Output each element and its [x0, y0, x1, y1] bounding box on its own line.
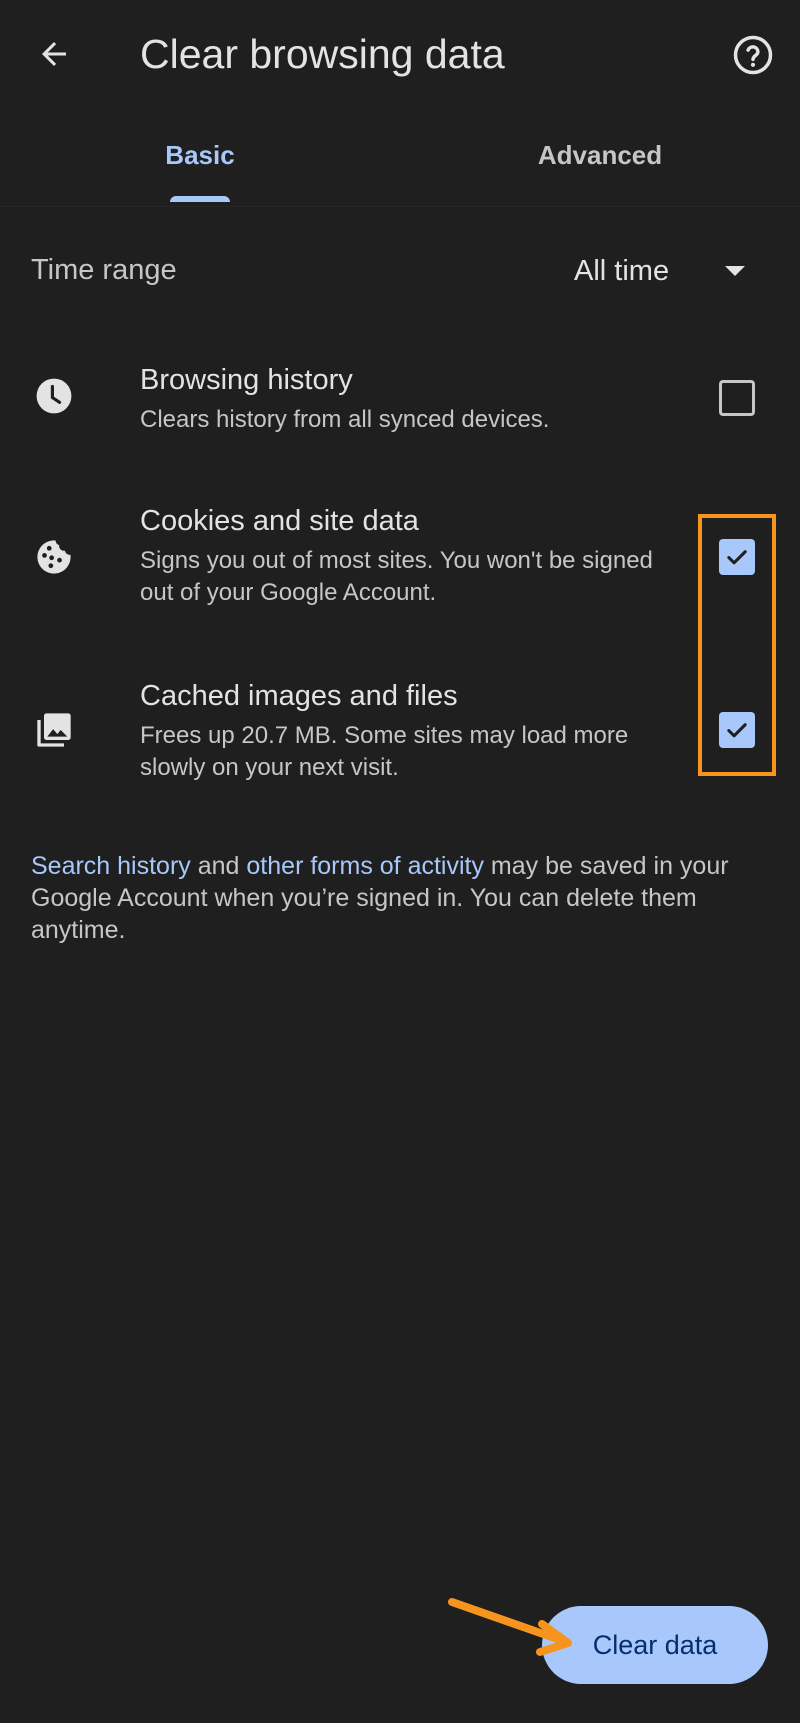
list-item-browsing-history[interactable]: Browsing history Clears history from all…: [0, 360, 800, 480]
item-description: Signs you out of most sites. You won't b…: [140, 547, 653, 606]
tab-advanced[interactable]: Advanced: [400, 120, 800, 202]
search-history-link[interactable]: Search history: [31, 852, 191, 880]
arrow-left-icon: [42, 42, 66, 66]
item-title: Cookies and site data: [140, 505, 419, 537]
help-button[interactable]: [728, 30, 778, 80]
tab-advanced-label: Advanced: [537, 139, 663, 170]
tab-bar: Basic Advanced: [0, 120, 800, 202]
tab-basic[interactable]: Basic: [0, 120, 400, 202]
item-description: Clears history from all synced devices.: [140, 406, 550, 433]
dropdown-caret-icon: [725, 266, 746, 276]
list-item-cookies[interactable]: Cookies and site data Signs you out of m…: [0, 505, 800, 635]
images-icon: [32, 708, 76, 752]
time-range-value: All time: [574, 254, 670, 287]
time-range-dropdown[interactable]: All time: [560, 246, 770, 296]
item-description: Frees up 20.7 MB. Some sites may load mo…: [140, 722, 629, 781]
back-button[interactable]: [30, 30, 78, 78]
list-item-cached-images[interactable]: Cached images and files Frees up 20.7 MB…: [0, 680, 800, 810]
activity-note: Search history and other forms of activi…: [31, 850, 771, 946]
help-circle-icon: [733, 35, 773, 75]
other-activity-link[interactable]: other forms of activity: [246, 852, 484, 880]
tab-divider: [0, 206, 800, 207]
note-text: and: [190, 852, 247, 880]
item-title: Cached images and files: [140, 680, 458, 712]
cookie-icon: [32, 535, 76, 579]
item-title: Browsing history: [140, 364, 353, 396]
annotation-arrow-icon: [448, 1598, 572, 1656]
tab-indicator: [170, 196, 230, 202]
clock-icon: [32, 374, 76, 418]
page-title: Clear browsing data: [140, 31, 505, 77]
browsing-history-checkbox[interactable]: [719, 380, 755, 416]
tab-basic-label: Basic: [165, 139, 235, 170]
annotation-highlight-box: [698, 514, 776, 776]
time-range-label: Time range: [31, 254, 177, 286]
